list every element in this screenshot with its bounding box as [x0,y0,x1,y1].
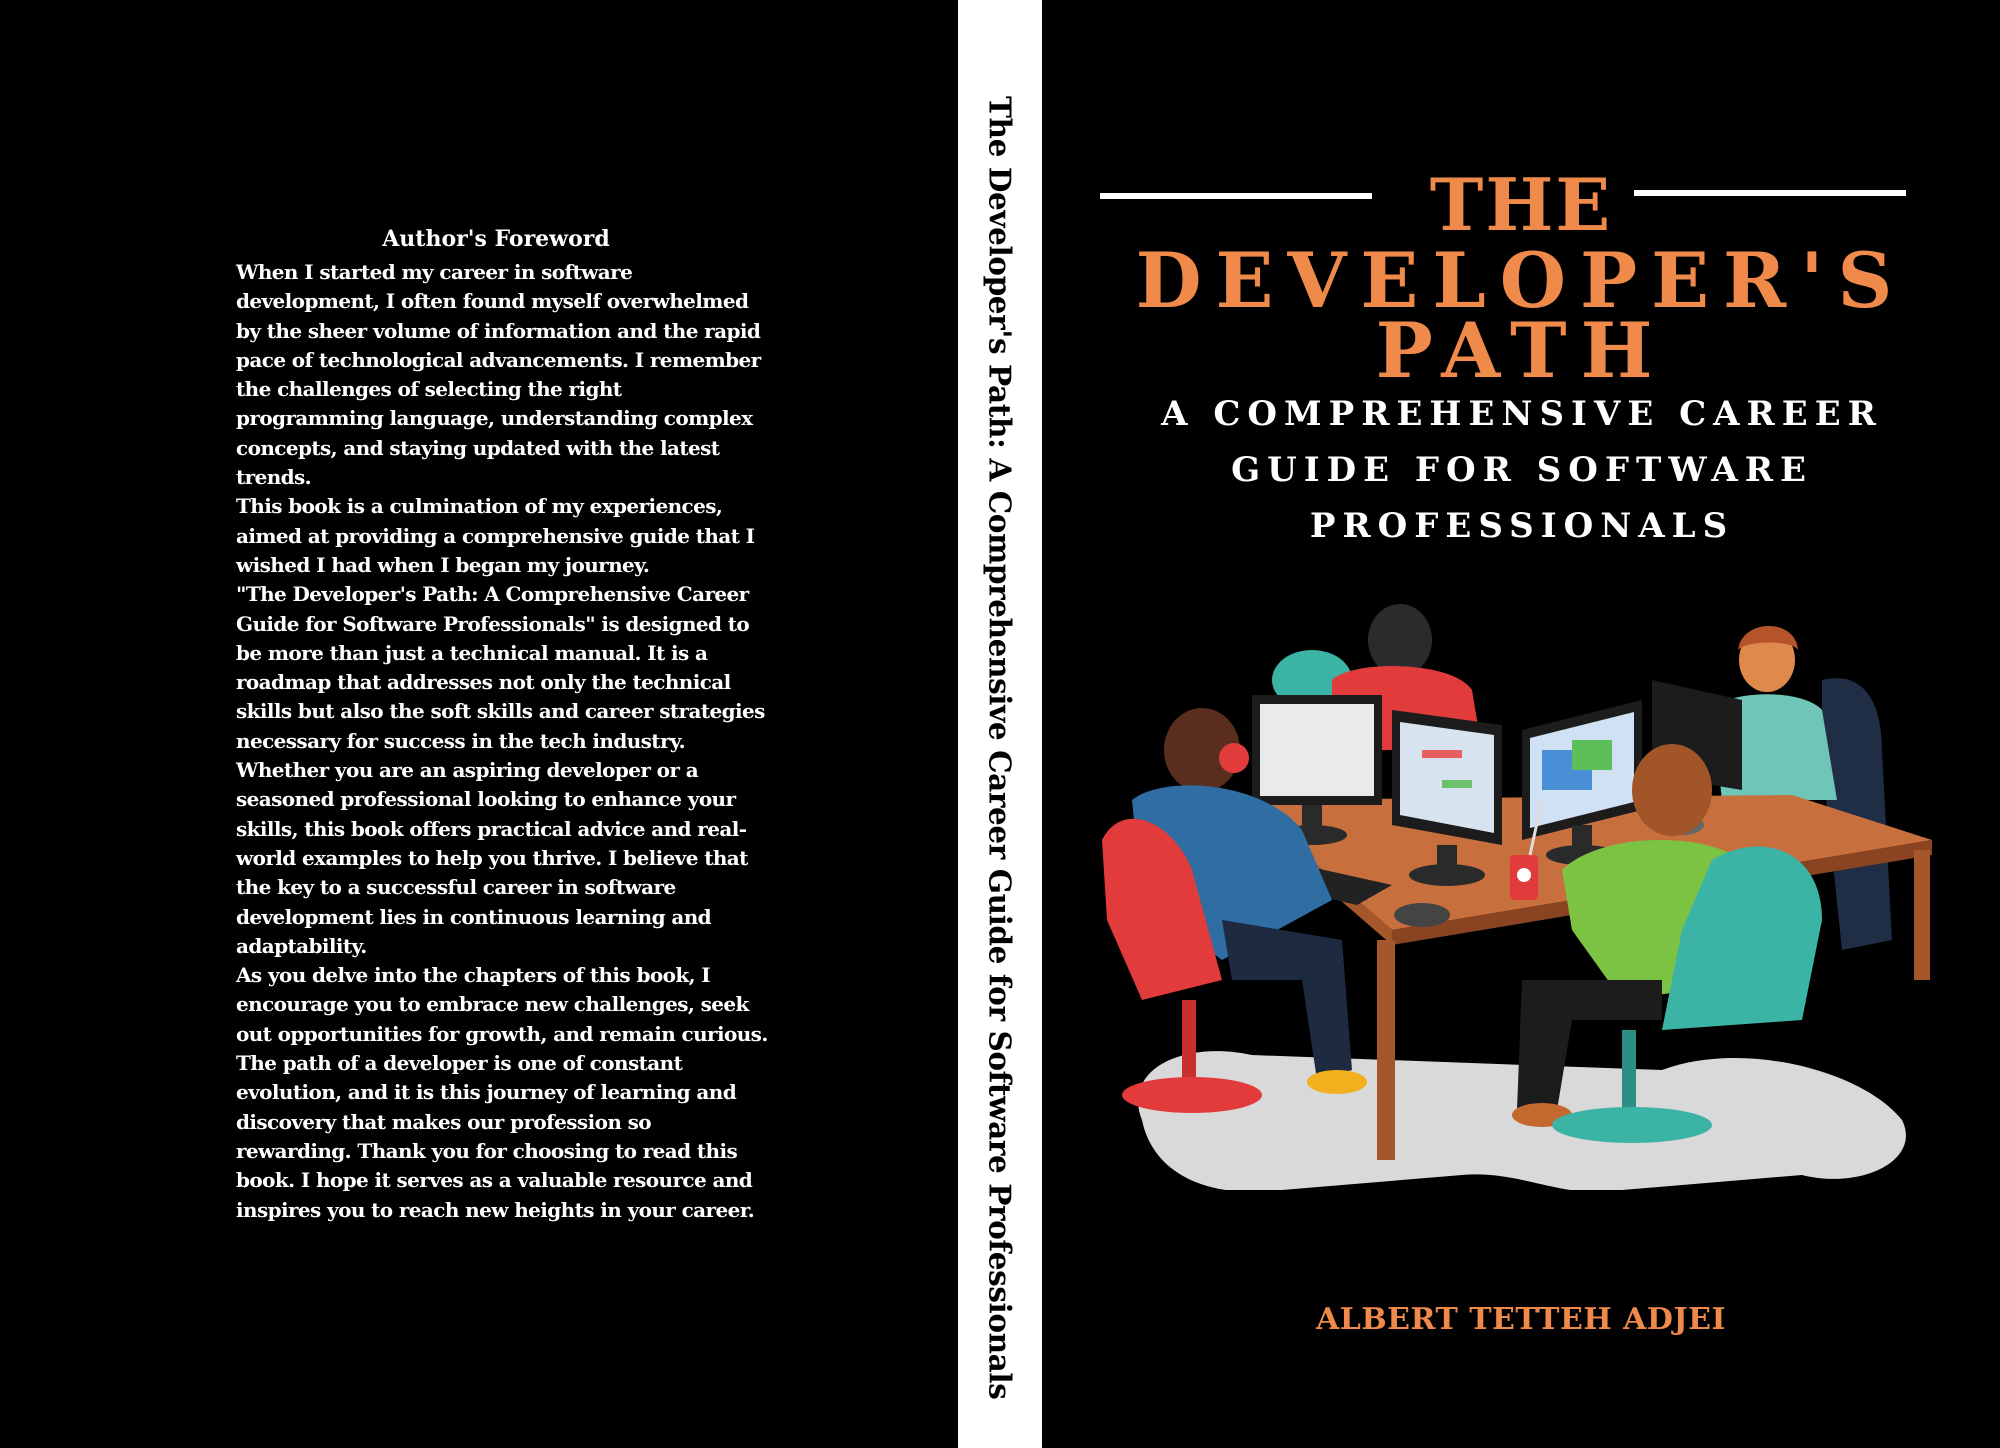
chair-teal-post [1622,1030,1636,1110]
mouse-left [1394,903,1450,927]
subtitle-line-3: PROFESSIONALS [1309,506,1735,546]
foreword-title: Author's Foreword [382,226,610,252]
subtitle-line-1: A COMPREHENSIVE CAREER [1161,394,1883,434]
chair-teal-base [1552,1107,1712,1143]
developers-at-desk-illustration [1102,604,1932,1190]
foreword-body: When I started my career in software dev… [236,258,770,1225]
title-line-1: THE [1429,162,1613,247]
subtitle: A COMPREHENSIVE CAREER GUIDE FOR SOFTWAR… [1102,386,1942,554]
desk-leg [1377,940,1395,1160]
foreword-paragraph: As you delve into the chapters of this b… [236,963,768,1222]
person-left-shoe [1307,1070,1367,1094]
desk-leg [1914,850,1930,980]
foreword-paragraph: Whether you are an aspiring developer or… [236,758,748,958]
front-cover: THE DEVELOPER'S PATH A COMPREHENSIVE CAR… [1042,0,2000,1448]
chair-red-post [1182,1000,1196,1080]
person-top-head [1368,604,1432,676]
subtitle-line-2: GUIDE FOR SOFTWARE [1231,450,1813,490]
book-cover: Author's Foreword When I started my care… [0,0,2000,1448]
person-front-right-head [1632,744,1712,836]
spine-title: The Developer's Path: A Comprehensive Ca… [982,96,1018,1400]
headphone-icon [1219,743,1249,773]
foreword-paragraph: "The Developer's Path: A Comprehensive C… [236,582,765,753]
author-name: ALBERT TETTEH ADJEI [1315,1302,1727,1337]
foreword-paragraph: When I started my career in software dev… [236,260,761,490]
foreword-paragraph: This book is a culmination of my experie… [236,494,755,577]
back-cover: Author's Foreword When I started my care… [0,0,958,1448]
title-line-3: PATH [1375,306,1667,395]
chair-red-base [1122,1077,1262,1113]
